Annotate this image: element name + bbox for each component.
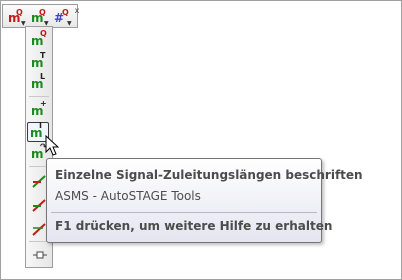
mouse-cursor-icon — [45, 135, 60, 156]
m-l-button[interactable]: m L — [29, 72, 49, 92]
m-q-button[interactable]: m Q — [29, 29, 49, 49]
pin-icon — [33, 251, 47, 259]
slash-red-icon — [32, 199, 46, 212]
sup-label: T — [40, 51, 46, 60]
pin-button[interactable] — [29, 246, 49, 264]
slash-dark-icon — [32, 223, 46, 236]
m-t-button[interactable]: m T — [29, 51, 49, 71]
sup-label: L — [40, 72, 46, 81]
m-q-green-button[interactable]: m Q ▼ — [28, 7, 49, 27]
sup-label: Q — [40, 29, 47, 38]
m-plus-button[interactable]: m + — [29, 99, 49, 119]
slash-green-icon — [32, 175, 46, 188]
top-toolbar: m Q ▼ m Q ▼ # Q ▼ x — [2, 4, 81, 28]
tooltip-divider — [51, 212, 317, 213]
close-icon[interactable]: x — [73, 7, 81, 15]
tooltip-help: F1 drücken, um weitere Hilfe zu erhalten — [55, 219, 333, 233]
sup-label: + — [40, 99, 47, 108]
hash-q-button[interactable]: # Q ▼ — [51, 7, 72, 27]
dropdown-caret-icon: ▼ — [67, 20, 72, 27]
tooltip: Einzelne Signal-Zuleitungslängen beschri… — [46, 158, 363, 243]
tooltip-description: ASMS - AutoSTAGE Tools — [55, 189, 201, 203]
m-q-red-button[interactable]: m Q ▼ — [5, 7, 26, 27]
toolbar-separator — [29, 96, 49, 97]
tooltip-title: Einzelne Signal-Zuleitungslängen beschri… — [55, 168, 363, 182]
sup-label: I — [39, 121, 42, 130]
